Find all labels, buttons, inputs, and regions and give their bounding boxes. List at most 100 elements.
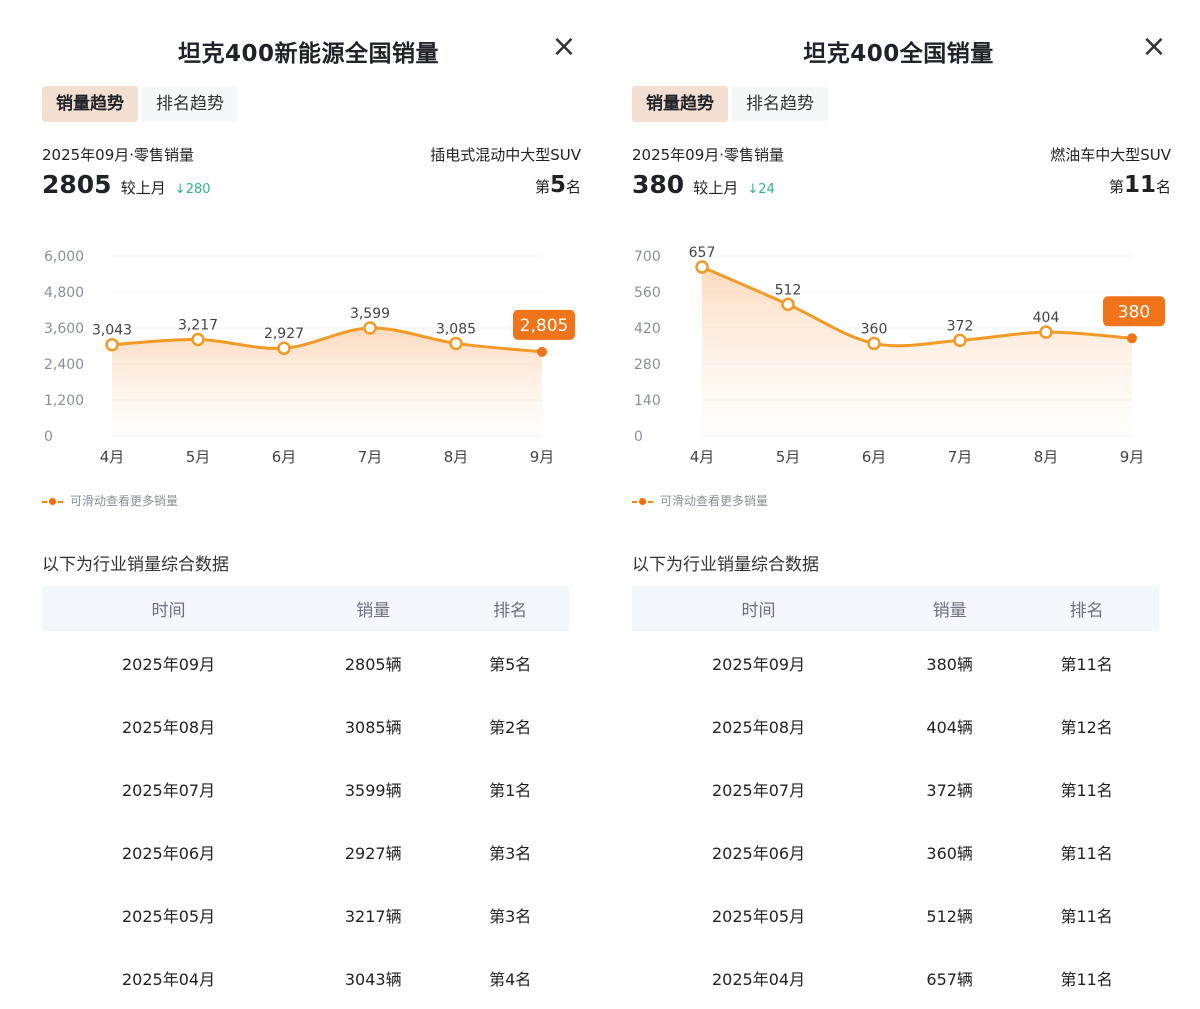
table-header-cell: 销量 bbox=[885, 586, 1015, 631]
x-tick-label: 4月 bbox=[100, 448, 125, 466]
rank-display: 第5名 bbox=[535, 172, 581, 198]
rank-prefix: 第 bbox=[534, 178, 550, 196]
data-point bbox=[449, 336, 463, 351]
sales-table: 时间 销量 排名 2025年09月 2805辆 第5名 2025年08月 3085辆 第2名 20… bbox=[42, 586, 569, 1009]
table-cell: 2025年07月 bbox=[121, 780, 216, 800]
table-cell: 2025年08月 bbox=[711, 717, 806, 737]
table-cell: 2025年05月 bbox=[711, 906, 806, 926]
table-header-cell: 销量 bbox=[295, 586, 452, 631]
table-cell: 380辆 bbox=[926, 654, 973, 674]
table-row: 2025年06月 2927辆 第3名 bbox=[42, 820, 569, 883]
table-cell: 第11名 bbox=[1060, 906, 1113, 926]
data-label: 360 bbox=[861, 321, 888, 337]
y-tick-label: 3,600 bbox=[44, 321, 84, 337]
sales-trend-chart[interactable]: 0 1,200 2,400 3,600 4,800 6,000 3,043 4月 3,217 5月… bbox=[36, 240, 581, 480]
y-tick-label: 0 bbox=[634, 429, 643, 445]
rank-value: 5 bbox=[549, 172, 566, 198]
sales-number: 380 bbox=[632, 170, 685, 199]
sales-table: 时间 销量 排名 2025年09月 380辆 第11名 2025年08月 404辆 第12名 20… bbox=[632, 586, 1159, 1009]
scroll-hint: 可滑动查看更多销量 bbox=[632, 492, 768, 509]
y-tick-label: 2,400 bbox=[44, 357, 84, 373]
rank-suffix: 名 bbox=[1155, 178, 1171, 196]
sales-summary: 2805 较上月 ↓280 bbox=[42, 170, 211, 206]
scroll-hint-text: 可滑动查看更多销量 bbox=[70, 494, 179, 508]
tab-rank-trend[interactable]: 排名趋势 bbox=[732, 86, 828, 122]
table-header-cell: 排名 bbox=[1014, 586, 1159, 631]
y-tick-label: 1,200 bbox=[44, 393, 84, 409]
sales-trend-chart[interactable]: 0 140 280 420 560 700 657 4月 512 5月 360 6月 372 7月 404 8… bbox=[626, 240, 1171, 480]
table-cell: 第3名 bbox=[489, 906, 532, 926]
tab-sales-trend[interactable]: 销量趋势 bbox=[632, 86, 728, 122]
delta-value: ↓280 bbox=[174, 182, 211, 197]
sales-number: 2805 bbox=[42, 170, 112, 199]
highlight-value-label: 380 bbox=[1118, 302, 1150, 322]
x-tick-label: 8月 bbox=[444, 448, 469, 466]
data-point bbox=[105, 337, 119, 352]
legend-marker-icon bbox=[632, 497, 654, 507]
x-tick-label: 9月 bbox=[1120, 448, 1145, 466]
scroll-hint: 可滑动查看更多销量 bbox=[42, 492, 178, 509]
x-tick-label: 6月 bbox=[272, 448, 297, 466]
table-cell: 第2名 bbox=[489, 717, 532, 737]
table-row: 2025年05月 3217辆 第3名 bbox=[42, 883, 569, 946]
x-tick-label: 7月 bbox=[948, 448, 973, 466]
data-label: 3,043 bbox=[92, 323, 132, 339]
highlight-point bbox=[1127, 333, 1137, 344]
data-label: 3,217 bbox=[178, 317, 218, 333]
data-label: 3,599 bbox=[350, 306, 390, 322]
right-panel: 坦克400全国销量 × 销量趋势 排名趋势 2025年09月·零售销量 燃油车中… bbox=[626, 20, 1171, 995]
data-point bbox=[277, 341, 291, 355]
data-point bbox=[781, 297, 795, 312]
table-cell: 第11名 bbox=[1060, 654, 1113, 674]
table-cell: 第3名 bbox=[489, 843, 532, 863]
compare-label: 较上月 bbox=[120, 179, 166, 197]
table-cell: 第5名 bbox=[489, 654, 532, 674]
category-label: 燃油车中大型SUV bbox=[1050, 146, 1171, 164]
left-panel: 坦克400新能源全国销量 × 销量趋势 排名趋势 2025年09月·零售销量 插… bbox=[36, 20, 581, 995]
table-cell: 512辆 bbox=[926, 906, 973, 926]
y-tick-label: 700 bbox=[634, 249, 661, 265]
section-title: 以下为行业销量综合数据 bbox=[42, 555, 229, 575]
panel-title: 坦克400新能源全国销量 bbox=[177, 41, 439, 67]
tab-rank-trend[interactable]: 排名趋势 bbox=[142, 86, 238, 122]
tab-sales-trend[interactable]: 销量趋势 bbox=[42, 86, 138, 122]
y-tick-label: 0 bbox=[44, 429, 53, 445]
table-header-row: 时间 销量 排名 bbox=[42, 586, 569, 631]
close-button[interactable]: × bbox=[1137, 30, 1171, 64]
table-cell: 2025年05月 bbox=[121, 906, 216, 926]
x-tick-label: 5月 bbox=[186, 448, 211, 466]
period-label: 2025年09月·零售销量 bbox=[632, 146, 785, 164]
table-cell: 第11名 bbox=[1060, 843, 1113, 863]
tab-bar: 销量趋势 排名趋势 bbox=[632, 86, 832, 122]
table-header-cell: 时间 bbox=[42, 586, 296, 631]
close-button[interactable]: × bbox=[547, 30, 581, 64]
x-tick-label: 9月 bbox=[530, 448, 555, 466]
rank-prefix: 第 bbox=[1108, 178, 1124, 196]
data-point bbox=[953, 333, 967, 348]
x-tick-label: 5月 bbox=[776, 448, 801, 466]
table-cell: 2805辆 bbox=[344, 654, 402, 674]
data-label: 3,085 bbox=[436, 321, 476, 337]
table-row: 2025年08月 3085辆 第2名 bbox=[42, 694, 569, 757]
data-label: 2,927 bbox=[264, 326, 304, 342]
table-row: 2025年07月 372辆 第11名 bbox=[632, 757, 1159, 820]
period-label: 2025年09月·零售销量 bbox=[42, 146, 195, 164]
table-cell: 第11名 bbox=[1060, 780, 1113, 800]
highlight-point bbox=[537, 346, 547, 357]
table-cell: 2025年09月 bbox=[121, 654, 216, 674]
x-tick-label: 4月 bbox=[690, 448, 715, 466]
y-tick-label: 560 bbox=[634, 285, 661, 301]
data-label: 372 bbox=[947, 318, 974, 334]
table-header-cell: 时间 bbox=[632, 586, 886, 631]
table-cell: 3599辆 bbox=[344, 780, 402, 800]
table-cell: 第1名 bbox=[489, 780, 532, 800]
table-cell: 3085辆 bbox=[344, 717, 402, 737]
table-row: 2025年08月 404辆 第12名 bbox=[632, 694, 1159, 757]
sales-summary: 380 较上月 ↓24 bbox=[632, 170, 775, 206]
table-row: 2025年06月 360辆 第11名 bbox=[632, 820, 1159, 883]
tab-bar: 销量趋势 排名趋势 bbox=[42, 86, 242, 122]
table-cell: 2025年08月 bbox=[121, 717, 216, 737]
data-point bbox=[867, 336, 881, 351]
data-label: 512 bbox=[775, 282, 802, 298]
y-tick-label: 420 bbox=[634, 321, 661, 337]
